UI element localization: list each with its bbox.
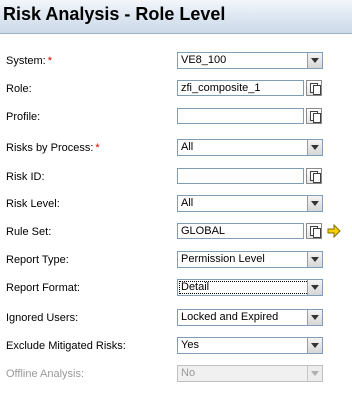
report-format-dropdown-button[interactable] [307,280,322,295]
chevron-down-icon [311,343,319,348]
rule-set-row: Rule Set: GLOBAL [0,223,352,243]
chevron-down-icon [311,315,319,320]
report-type-label: Report Type: [6,254,69,266]
report-type-select[interactable]: Permission Level [177,251,323,268]
risks-by-process-dropdown-button[interactable] [307,140,322,155]
report-format-label: Report Format: [6,282,80,294]
ignored-users-label: Ignored Users: [6,312,79,324]
profile-row: Profile: [0,108,352,128]
risks-by-process-label-text: Risks by Process: [6,142,94,154]
offline-analysis-value: No [181,367,196,379]
chevron-down-icon [311,257,319,262]
exclude-mitigated-risks-value: Yes [181,339,199,351]
chevron-down-icon [311,58,319,63]
report-format-value: Detail [181,281,210,293]
risk-level-label: Risk Level: [6,198,60,210]
risk-level-value: All [181,197,194,209]
role-value: zfi_composite_1 [181,82,261,94]
profile-lookup-button[interactable] [306,108,322,124]
required-marker: * [95,142,100,154]
offline-analysis-row: Offline Analysis: No [0,365,352,385]
exclude-mitigated-risks-select[interactable]: Yes [177,337,323,354]
role-lookup-button[interactable] [306,80,322,96]
offline-analysis-dropdown-button [307,366,322,381]
report-format-row: Report Format: Detail [0,279,352,299]
value-help-icon-overlay [313,85,321,95]
exclude-mitigated-risks-row: Exclude Mitigated Risks: Yes [0,337,352,357]
page-title: Risk Analysis - Role Level [3,4,226,24]
risks-by-process-row: Risks by Process: * All [0,139,352,159]
risk-id-lookup-button[interactable] [306,168,322,184]
system-label-text: System: [6,55,46,67]
value-help-icon-overlay [313,228,321,238]
arrow-right-icon[interactable] [327,224,341,238]
risks-by-process-select[interactable]: All [177,139,323,156]
rule-set-lookup-button[interactable] [306,223,322,239]
risks-by-process-value: All [181,141,194,153]
exclude-mitigated-risks-dropdown-button[interactable] [307,338,322,353]
page-header: Risk Analysis - Role Level [0,0,352,34]
system-dropdown-button[interactable] [307,53,322,68]
exclude-mitigated-risks-label: Exclude Mitigated Risks: [6,340,126,352]
report-format-select[interactable]: Detail [177,279,323,296]
rule-set-input[interactable]: GLOBAL [177,223,304,239]
ignored-users-select[interactable]: Locked and Expired [177,309,323,326]
chevron-down-icon [311,145,319,150]
value-help-icon-overlay [313,113,321,123]
system-value: VE8_100 [181,54,227,66]
risk-level-select[interactable]: All [177,195,323,212]
role-row: Role: zfi_composite_1 [0,80,352,100]
risk-level-dropdown-button[interactable] [307,196,322,211]
risks-by-process-label: Risks by Process: * [6,142,100,154]
chevron-down-icon [311,285,319,290]
risk-id-input[interactable] [177,168,304,184]
value-help-icon-overlay [313,173,321,183]
rule-set-value: GLOBAL [181,225,226,237]
risk-id-row: Risk ID: [0,168,352,188]
ignored-users-value: Locked and Expired [181,311,279,323]
chevron-down-icon [311,201,319,206]
report-type-dropdown-button[interactable] [307,252,322,267]
report-type-row: Report Type: Permission Level [0,251,352,271]
system-label: System: * [6,55,52,67]
profile-label: Profile: [6,111,41,123]
chevron-down-icon [311,371,319,376]
ignored-users-row: Ignored Users: Locked and Expired [0,309,352,329]
offline-analysis-select: No [177,365,323,382]
offline-analysis-label: Offline Analysis: [6,368,85,380]
system-row: System: * VE8_100 [0,52,352,72]
required-marker: * [47,55,53,67]
system-select[interactable]: VE8_100 [177,52,323,69]
risk-level-row: Risk Level: All [0,195,352,215]
risk-id-label: Risk ID: [6,171,45,183]
rule-set-label: Rule Set: [6,226,52,238]
role-input[interactable]: zfi_composite_1 [177,80,304,96]
ignored-users-dropdown-button[interactable] [307,310,322,325]
profile-input[interactable] [177,108,304,124]
role-label: Role: [6,83,32,95]
report-type-value: Permission Level [181,253,265,265]
